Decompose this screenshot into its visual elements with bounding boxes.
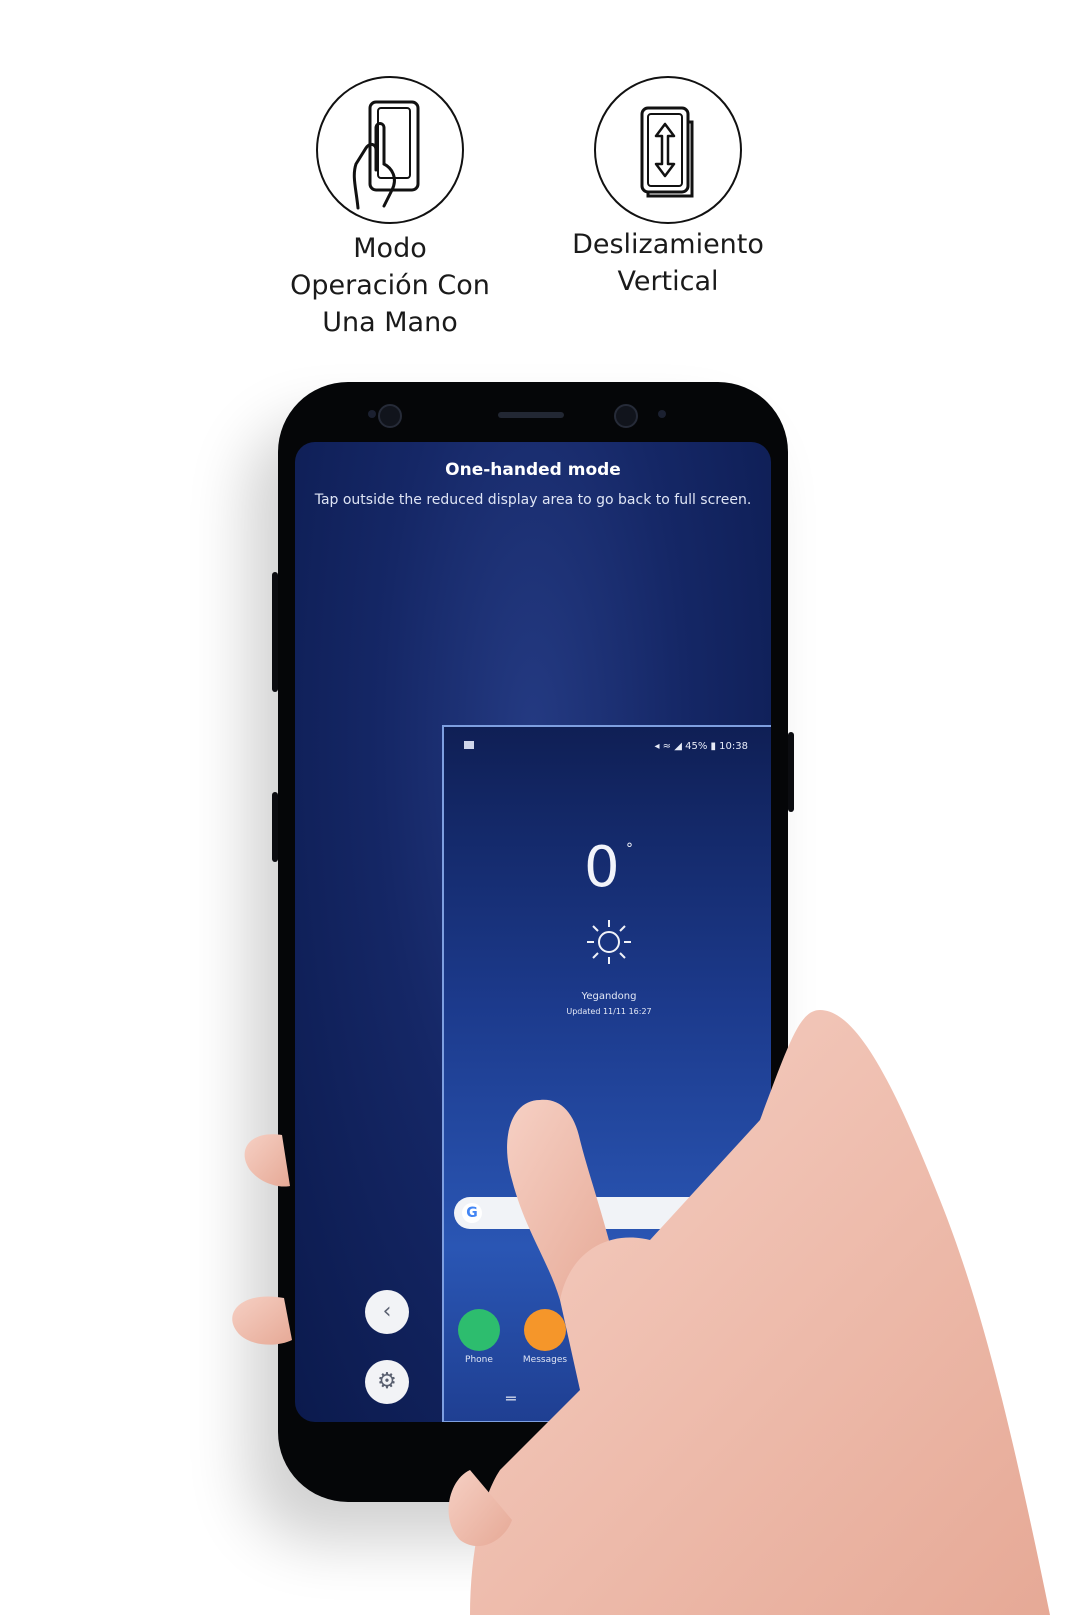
settings-icon[interactable]: ⚙ — [365, 1360, 409, 1404]
feature-label-line: Modo — [353, 233, 427, 264]
earpiece-speaker — [498, 412, 564, 418]
temperature: 0 — [584, 835, 620, 900]
volume-button — [272, 792, 278, 862]
sensor — [368, 410, 376, 418]
chevron-left-icon[interactable]: ‹ — [365, 1290, 409, 1334]
messages-icon[interactable] — [524, 1309, 566, 1351]
bixby-button — [272, 572, 278, 692]
one-handed-mode-title: One-handed mode — [445, 460, 621, 480]
home-icon[interactable]: ▯ — [596, 1389, 605, 1408]
one-hand-phone-icon — [316, 76, 464, 224]
feature-one-handed-mode: Modo Operación Con Una Mano — [290, 76, 490, 341]
internet-icon[interactable] — [590, 1309, 632, 1351]
feature-vertical-swipe: Deslizamiento Vertical — [568, 76, 768, 300]
weather-location: Yegandong — [581, 991, 637, 1002]
reduced-display[interactable]: ◂ ≈ ◢ 45% ▮ 10:38 0 ° Yegandong Updated … — [442, 725, 771, 1422]
vertical-swipe-icon — [594, 76, 742, 224]
phone-screen[interactable]: One-handed mode Tap outside the reduced … — [295, 442, 771, 1422]
front-camera — [614, 404, 638, 428]
sun-icon — [587, 920, 631, 964]
iris-camera — [378, 404, 402, 428]
power-button — [788, 732, 794, 812]
google-icon: G — [462, 1203, 482, 1223]
feature-label-line: Una Mano — [322, 307, 458, 338]
recents-icon[interactable]: ═ — [506, 1389, 516, 1408]
app-label: Messages — [522, 1355, 568, 1365]
feature-label-line: Vertical — [617, 266, 719, 297]
notification-icon — [464, 741, 474, 749]
status-bar: ◂ ≈ ◢ 45% ▮ 10:38 — [654, 741, 748, 752]
mic-icon[interactable] — [738, 1205, 744, 1219]
one-handed-mode-description: Tap outside the reduced display area to … — [314, 492, 752, 508]
feature-label-line: Deslizamiento — [572, 229, 764, 260]
google-search-bar[interactable]: G — [454, 1197, 756, 1229]
temperature-unit: ° — [626, 841, 633, 857]
app-label: Internet — [593, 1355, 629, 1365]
sensor — [658, 410, 666, 418]
weather-updated: Updated 11/11 16:27 — [566, 1007, 652, 1016]
feature-label-line: Operación Con — [290, 270, 490, 301]
phone-icon[interactable] — [458, 1309, 500, 1351]
phone: One-handed mode Tap outside the reduced … — [272, 382, 794, 1502]
app-label: Phone — [465, 1355, 493, 1365]
